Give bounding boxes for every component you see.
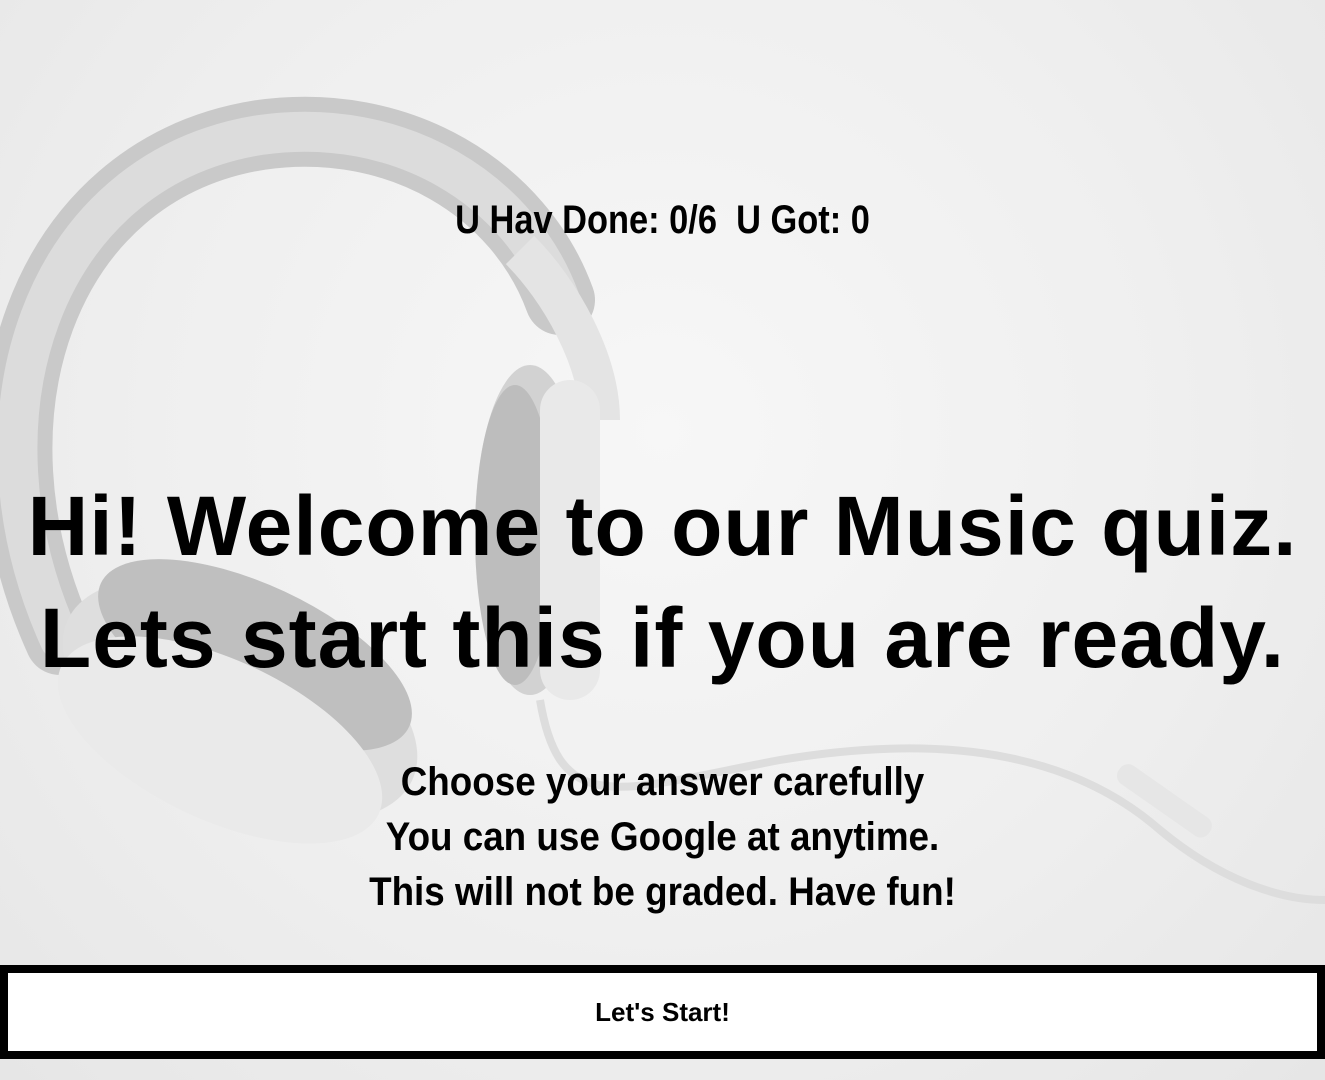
welcome-heading-line-2: Lets start this if you are ready. xyxy=(39,591,1286,685)
progress-score: U Hav Done: 0/6 U Got: 0 xyxy=(93,198,1233,243)
welcome-heading: Hi! Welcome to our Music quiz. Lets star… xyxy=(0,470,1325,694)
instruction-line-2: You can use Google at anytime. xyxy=(385,815,940,859)
instruction-line-3: This will not be graded. Have fun! xyxy=(369,870,956,914)
done-label: U Hav Done: xyxy=(455,198,660,242)
start-button[interactable]: Let's Start! xyxy=(0,965,1325,1059)
got-label: U Got: xyxy=(736,198,842,242)
instructions: Choose your answer carefully You can use… xyxy=(53,755,1272,920)
got-value: 0 xyxy=(850,198,870,242)
welcome-heading-line-1: Hi! Welcome to our Music quiz. xyxy=(27,479,1298,573)
done-value: 0/6 xyxy=(669,198,718,242)
instruction-line-1: Choose your answer carefully xyxy=(400,760,925,804)
